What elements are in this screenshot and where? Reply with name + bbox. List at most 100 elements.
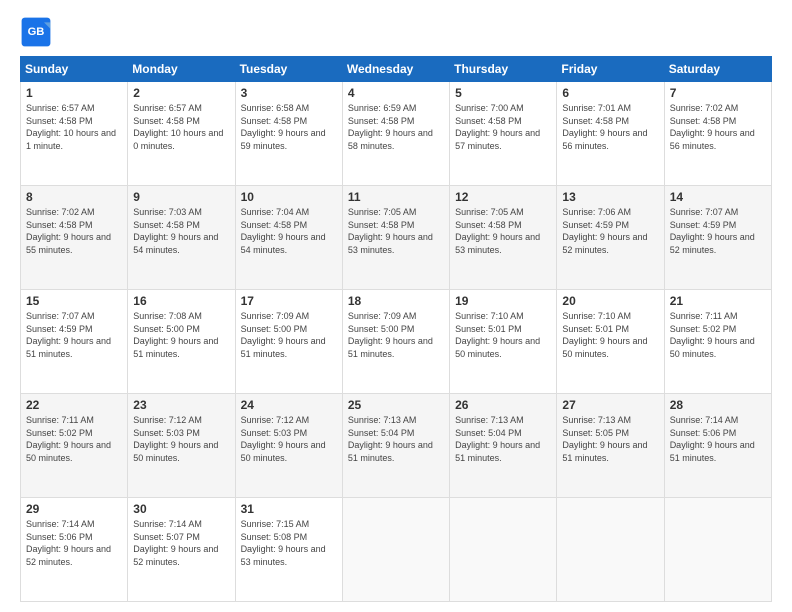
day-cell: 20 Sunrise: 7:10 AMSunset: 5:01 PMDaylig… — [557, 290, 664, 394]
day-cell — [557, 498, 664, 602]
day-cell: 9 Sunrise: 7:03 AMSunset: 4:58 PMDayligh… — [128, 186, 235, 290]
day-number: 21 — [670, 294, 766, 308]
weekday-header-sunday: Sunday — [21, 57, 128, 82]
day-cell — [342, 498, 449, 602]
day-number: 9 — [133, 190, 229, 204]
day-number: 3 — [241, 86, 337, 100]
day-info: Sunrise: 7:10 AMSunset: 5:01 PMDaylight:… — [562, 311, 647, 359]
day-info: Sunrise: 7:01 AMSunset: 4:58 PMDaylight:… — [562, 103, 647, 151]
day-cell: 27 Sunrise: 7:13 AMSunset: 5:05 PMDaylig… — [557, 394, 664, 498]
day-info: Sunrise: 7:00 AMSunset: 4:58 PMDaylight:… — [455, 103, 540, 151]
day-info: Sunrise: 6:59 AMSunset: 4:58 PMDaylight:… — [348, 103, 433, 151]
day-info: Sunrise: 6:57 AMSunset: 4:58 PMDaylight:… — [26, 103, 116, 151]
day-info: Sunrise: 7:07 AMSunset: 4:59 PMDaylight:… — [670, 207, 755, 255]
day-cell: 3 Sunrise: 6:58 AMSunset: 4:58 PMDayligh… — [235, 82, 342, 186]
page: GB SundayMondayTuesdayWednesdayThursdayF… — [0, 0, 792, 612]
day-number: 12 — [455, 190, 551, 204]
day-cell: 2 Sunrise: 6:57 AMSunset: 4:58 PMDayligh… — [128, 82, 235, 186]
day-info: Sunrise: 7:08 AMSunset: 5:00 PMDaylight:… — [133, 311, 218, 359]
weekday-header-monday: Monday — [128, 57, 235, 82]
day-info: Sunrise: 7:09 AMSunset: 5:00 PMDaylight:… — [241, 311, 326, 359]
day-number: 10 — [241, 190, 337, 204]
day-number: 25 — [348, 398, 444, 412]
day-info: Sunrise: 7:11 AMSunset: 5:02 PMDaylight:… — [670, 311, 755, 359]
day-number: 7 — [670, 86, 766, 100]
day-number: 5 — [455, 86, 551, 100]
day-number: 28 — [670, 398, 766, 412]
day-cell: 25 Sunrise: 7:13 AMSunset: 5:04 PMDaylig… — [342, 394, 449, 498]
day-info: Sunrise: 6:57 AMSunset: 4:58 PMDaylight:… — [133, 103, 223, 151]
weekday-header-friday: Friday — [557, 57, 664, 82]
day-number: 29 — [26, 502, 122, 516]
day-info: Sunrise: 7:06 AMSunset: 4:59 PMDaylight:… — [562, 207, 647, 255]
day-number: 14 — [670, 190, 766, 204]
day-info: Sunrise: 7:12 AMSunset: 5:03 PMDaylight:… — [241, 415, 326, 463]
day-cell: 29 Sunrise: 7:14 AMSunset: 5:06 PMDaylig… — [21, 498, 128, 602]
day-cell: 24 Sunrise: 7:12 AMSunset: 5:03 PMDaylig… — [235, 394, 342, 498]
day-number: 22 — [26, 398, 122, 412]
day-number: 11 — [348, 190, 444, 204]
day-cell: 31 Sunrise: 7:15 AMSunset: 5:08 PMDaylig… — [235, 498, 342, 602]
week-row-3: 15 Sunrise: 7:07 AMSunset: 4:59 PMDaylig… — [21, 290, 772, 394]
logo-icon: GB — [20, 16, 52, 48]
weekday-header-wednesday: Wednesday — [342, 57, 449, 82]
day-cell: 10 Sunrise: 7:04 AMSunset: 4:58 PMDaylig… — [235, 186, 342, 290]
day-cell: 21 Sunrise: 7:11 AMSunset: 5:02 PMDaylig… — [664, 290, 771, 394]
day-cell: 11 Sunrise: 7:05 AMSunset: 4:58 PMDaylig… — [342, 186, 449, 290]
day-info: Sunrise: 7:15 AMSunset: 5:08 PMDaylight:… — [241, 519, 326, 567]
day-cell: 28 Sunrise: 7:14 AMSunset: 5:06 PMDaylig… — [664, 394, 771, 498]
day-cell: 30 Sunrise: 7:14 AMSunset: 5:07 PMDaylig… — [128, 498, 235, 602]
day-cell: 26 Sunrise: 7:13 AMSunset: 5:04 PMDaylig… — [450, 394, 557, 498]
day-number: 24 — [241, 398, 337, 412]
weekday-header-tuesday: Tuesday — [235, 57, 342, 82]
day-info: Sunrise: 7:04 AMSunset: 4:58 PMDaylight:… — [241, 207, 326, 255]
day-number: 19 — [455, 294, 551, 308]
weekday-header-saturday: Saturday — [664, 57, 771, 82]
day-cell — [664, 498, 771, 602]
day-number: 31 — [241, 502, 337, 516]
weekday-header-row: SundayMondayTuesdayWednesdayThursdayFrid… — [21, 57, 772, 82]
day-number: 20 — [562, 294, 658, 308]
day-cell: 23 Sunrise: 7:12 AMSunset: 5:03 PMDaylig… — [128, 394, 235, 498]
day-cell: 4 Sunrise: 6:59 AMSunset: 4:58 PMDayligh… — [342, 82, 449, 186]
day-info: Sunrise: 7:05 AMSunset: 4:58 PMDaylight:… — [348, 207, 433, 255]
day-number: 2 — [133, 86, 229, 100]
day-number: 27 — [562, 398, 658, 412]
week-row-2: 8 Sunrise: 7:02 AMSunset: 4:58 PMDayligh… — [21, 186, 772, 290]
day-number: 15 — [26, 294, 122, 308]
day-cell: 7 Sunrise: 7:02 AMSunset: 4:58 PMDayligh… — [664, 82, 771, 186]
day-cell: 22 Sunrise: 7:11 AMSunset: 5:02 PMDaylig… — [21, 394, 128, 498]
day-cell: 5 Sunrise: 7:00 AMSunset: 4:58 PMDayligh… — [450, 82, 557, 186]
day-number: 23 — [133, 398, 229, 412]
weekday-header-thursday: Thursday — [450, 57, 557, 82]
day-number: 17 — [241, 294, 337, 308]
day-cell: 18 Sunrise: 7:09 AMSunset: 5:00 PMDaylig… — [342, 290, 449, 394]
day-cell: 13 Sunrise: 7:06 AMSunset: 4:59 PMDaylig… — [557, 186, 664, 290]
day-info: Sunrise: 7:13 AMSunset: 5:04 PMDaylight:… — [348, 415, 433, 463]
calendar-table: SundayMondayTuesdayWednesdayThursdayFrid… — [20, 56, 772, 602]
day-info: Sunrise: 7:13 AMSunset: 5:04 PMDaylight:… — [455, 415, 540, 463]
day-info: Sunrise: 7:14 AMSunset: 5:06 PMDaylight:… — [26, 519, 111, 567]
day-cell: 12 Sunrise: 7:05 AMSunset: 4:58 PMDaylig… — [450, 186, 557, 290]
day-info: Sunrise: 7:05 AMSunset: 4:58 PMDaylight:… — [455, 207, 540, 255]
day-number: 13 — [562, 190, 658, 204]
day-info: Sunrise: 7:02 AMSunset: 4:58 PMDaylight:… — [26, 207, 111, 255]
week-row-4: 22 Sunrise: 7:11 AMSunset: 5:02 PMDaylig… — [21, 394, 772, 498]
day-info: Sunrise: 7:02 AMSunset: 4:58 PMDaylight:… — [670, 103, 755, 151]
day-cell: 15 Sunrise: 7:07 AMSunset: 4:59 PMDaylig… — [21, 290, 128, 394]
day-info: Sunrise: 7:13 AMSunset: 5:05 PMDaylight:… — [562, 415, 647, 463]
logo: GB — [20, 16, 56, 48]
week-row-5: 29 Sunrise: 7:14 AMSunset: 5:06 PMDaylig… — [21, 498, 772, 602]
day-number: 30 — [133, 502, 229, 516]
day-info: Sunrise: 7:09 AMSunset: 5:00 PMDaylight:… — [348, 311, 433, 359]
svg-text:GB: GB — [28, 26, 45, 38]
day-cell: 16 Sunrise: 7:08 AMSunset: 5:00 PMDaylig… — [128, 290, 235, 394]
day-cell: 1 Sunrise: 6:57 AMSunset: 4:58 PMDayligh… — [21, 82, 128, 186]
day-number: 16 — [133, 294, 229, 308]
day-info: Sunrise: 7:07 AMSunset: 4:59 PMDaylight:… — [26, 311, 111, 359]
day-number: 8 — [26, 190, 122, 204]
day-cell — [450, 498, 557, 602]
day-info: Sunrise: 7:11 AMSunset: 5:02 PMDaylight:… — [26, 415, 111, 463]
day-cell: 6 Sunrise: 7:01 AMSunset: 4:58 PMDayligh… — [557, 82, 664, 186]
day-cell: 17 Sunrise: 7:09 AMSunset: 5:00 PMDaylig… — [235, 290, 342, 394]
